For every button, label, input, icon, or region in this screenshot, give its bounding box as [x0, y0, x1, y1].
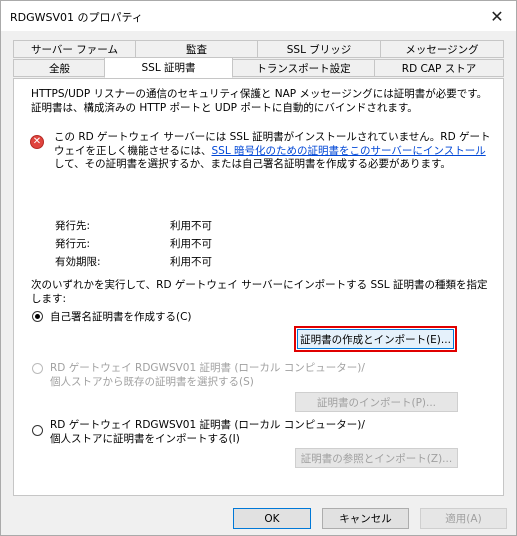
- tab-server-farm[interactable]: サーバー ファーム: [13, 40, 136, 58]
- expiration-label: 有効期限:: [55, 256, 101, 268]
- properties-dialog: RDGWSV01 のプロパティ ✕ サーバー ファーム 監査 SSL ブリッジ …: [0, 0, 517, 536]
- create-self-signed-radio[interactable]: [32, 311, 43, 322]
- close-button[interactable]: ✕: [484, 5, 510, 27]
- close-icon: ✕: [490, 6, 504, 26]
- browse-and-import-button[interactable]: 証明書の参照とインポート(Z)...: [295, 448, 458, 468]
- select-existing-label-line2: 個人ストアから既存の証明書を選択する(S): [50, 376, 254, 388]
- instruction-text: 次のいずれかを実行して、RD ゲートウェイ サーバーにインポートする SSL 証…: [31, 279, 488, 305]
- error-icon: ✕: [30, 135, 44, 149]
- description-text: HTTPS/UDP リスナーの通信のセキュリティ保護と NAP メッセージングに…: [31, 88, 488, 114]
- ok-button[interactable]: OK: [233, 508, 311, 529]
- create-and-import-button[interactable]: 証明書の作成とインポート(E)...: [294, 326, 457, 352]
- apply-button[interactable]: 適用(A): [420, 508, 507, 529]
- import-certificate-button[interactable]: 証明書のインポート(P)...: [295, 392, 458, 412]
- cancel-button[interactable]: キャンセル: [322, 508, 409, 529]
- issued-by-label: 発行元:: [55, 238, 91, 250]
- warning-message: この RD ゲートウェイ サーバーには SSL 証明書がインストールされていませ…: [54, 131, 491, 170]
- tab-ssl-bridge[interactable]: SSL ブリッジ: [257, 40, 381, 58]
- install-certificate-link[interactable]: SSL 暗号化のための証明書をこのサーバーにインストール: [212, 145, 486, 157]
- issued-by-value: 利用不可: [170, 238, 212, 250]
- title-bar: RDGWSV01 のプロパティ ✕: [1, 1, 516, 31]
- tab-general[interactable]: 全般: [13, 59, 106, 77]
- issued-to-value: 利用不可: [170, 220, 212, 232]
- ssl-certificate-panel: HTTPS/UDP リスナーの通信のセキュリティ保護と NAP メッセージングに…: [13, 78, 504, 496]
- create-self-signed-label: 自己署名証明書を作成する(C): [50, 311, 192, 323]
- tab-rd-cap-store[interactable]: RD CAP ストア: [374, 59, 504, 77]
- tab-audit[interactable]: 監査: [135, 40, 258, 58]
- tab-messaging[interactable]: メッセージング: [380, 40, 504, 58]
- browse-import-label-line2: 個人ストアに証明書をインポートする(I): [50, 433, 240, 445]
- select-existing-radio[interactable]: [32, 363, 43, 374]
- tab-transport-settings[interactable]: トランスポート設定: [232, 59, 375, 77]
- expiration-value: 利用不可: [170, 256, 212, 268]
- issued-to-label: 発行先:: [55, 220, 91, 232]
- browse-import-label-line1: RD ゲートウェイ RDGWSV01 証明書 (ローカル コンピューター)/: [50, 419, 365, 431]
- browse-import-radio[interactable]: [32, 425, 43, 436]
- tab-ssl-certificate[interactable]: SSL 証明書: [104, 57, 233, 78]
- window-title: RDGWSV01 のプロパティ: [10, 11, 143, 24]
- select-existing-label-line1: RD ゲートウェイ RDGWSV01 証明書 (ローカル コンピューター)/: [50, 362, 365, 374]
